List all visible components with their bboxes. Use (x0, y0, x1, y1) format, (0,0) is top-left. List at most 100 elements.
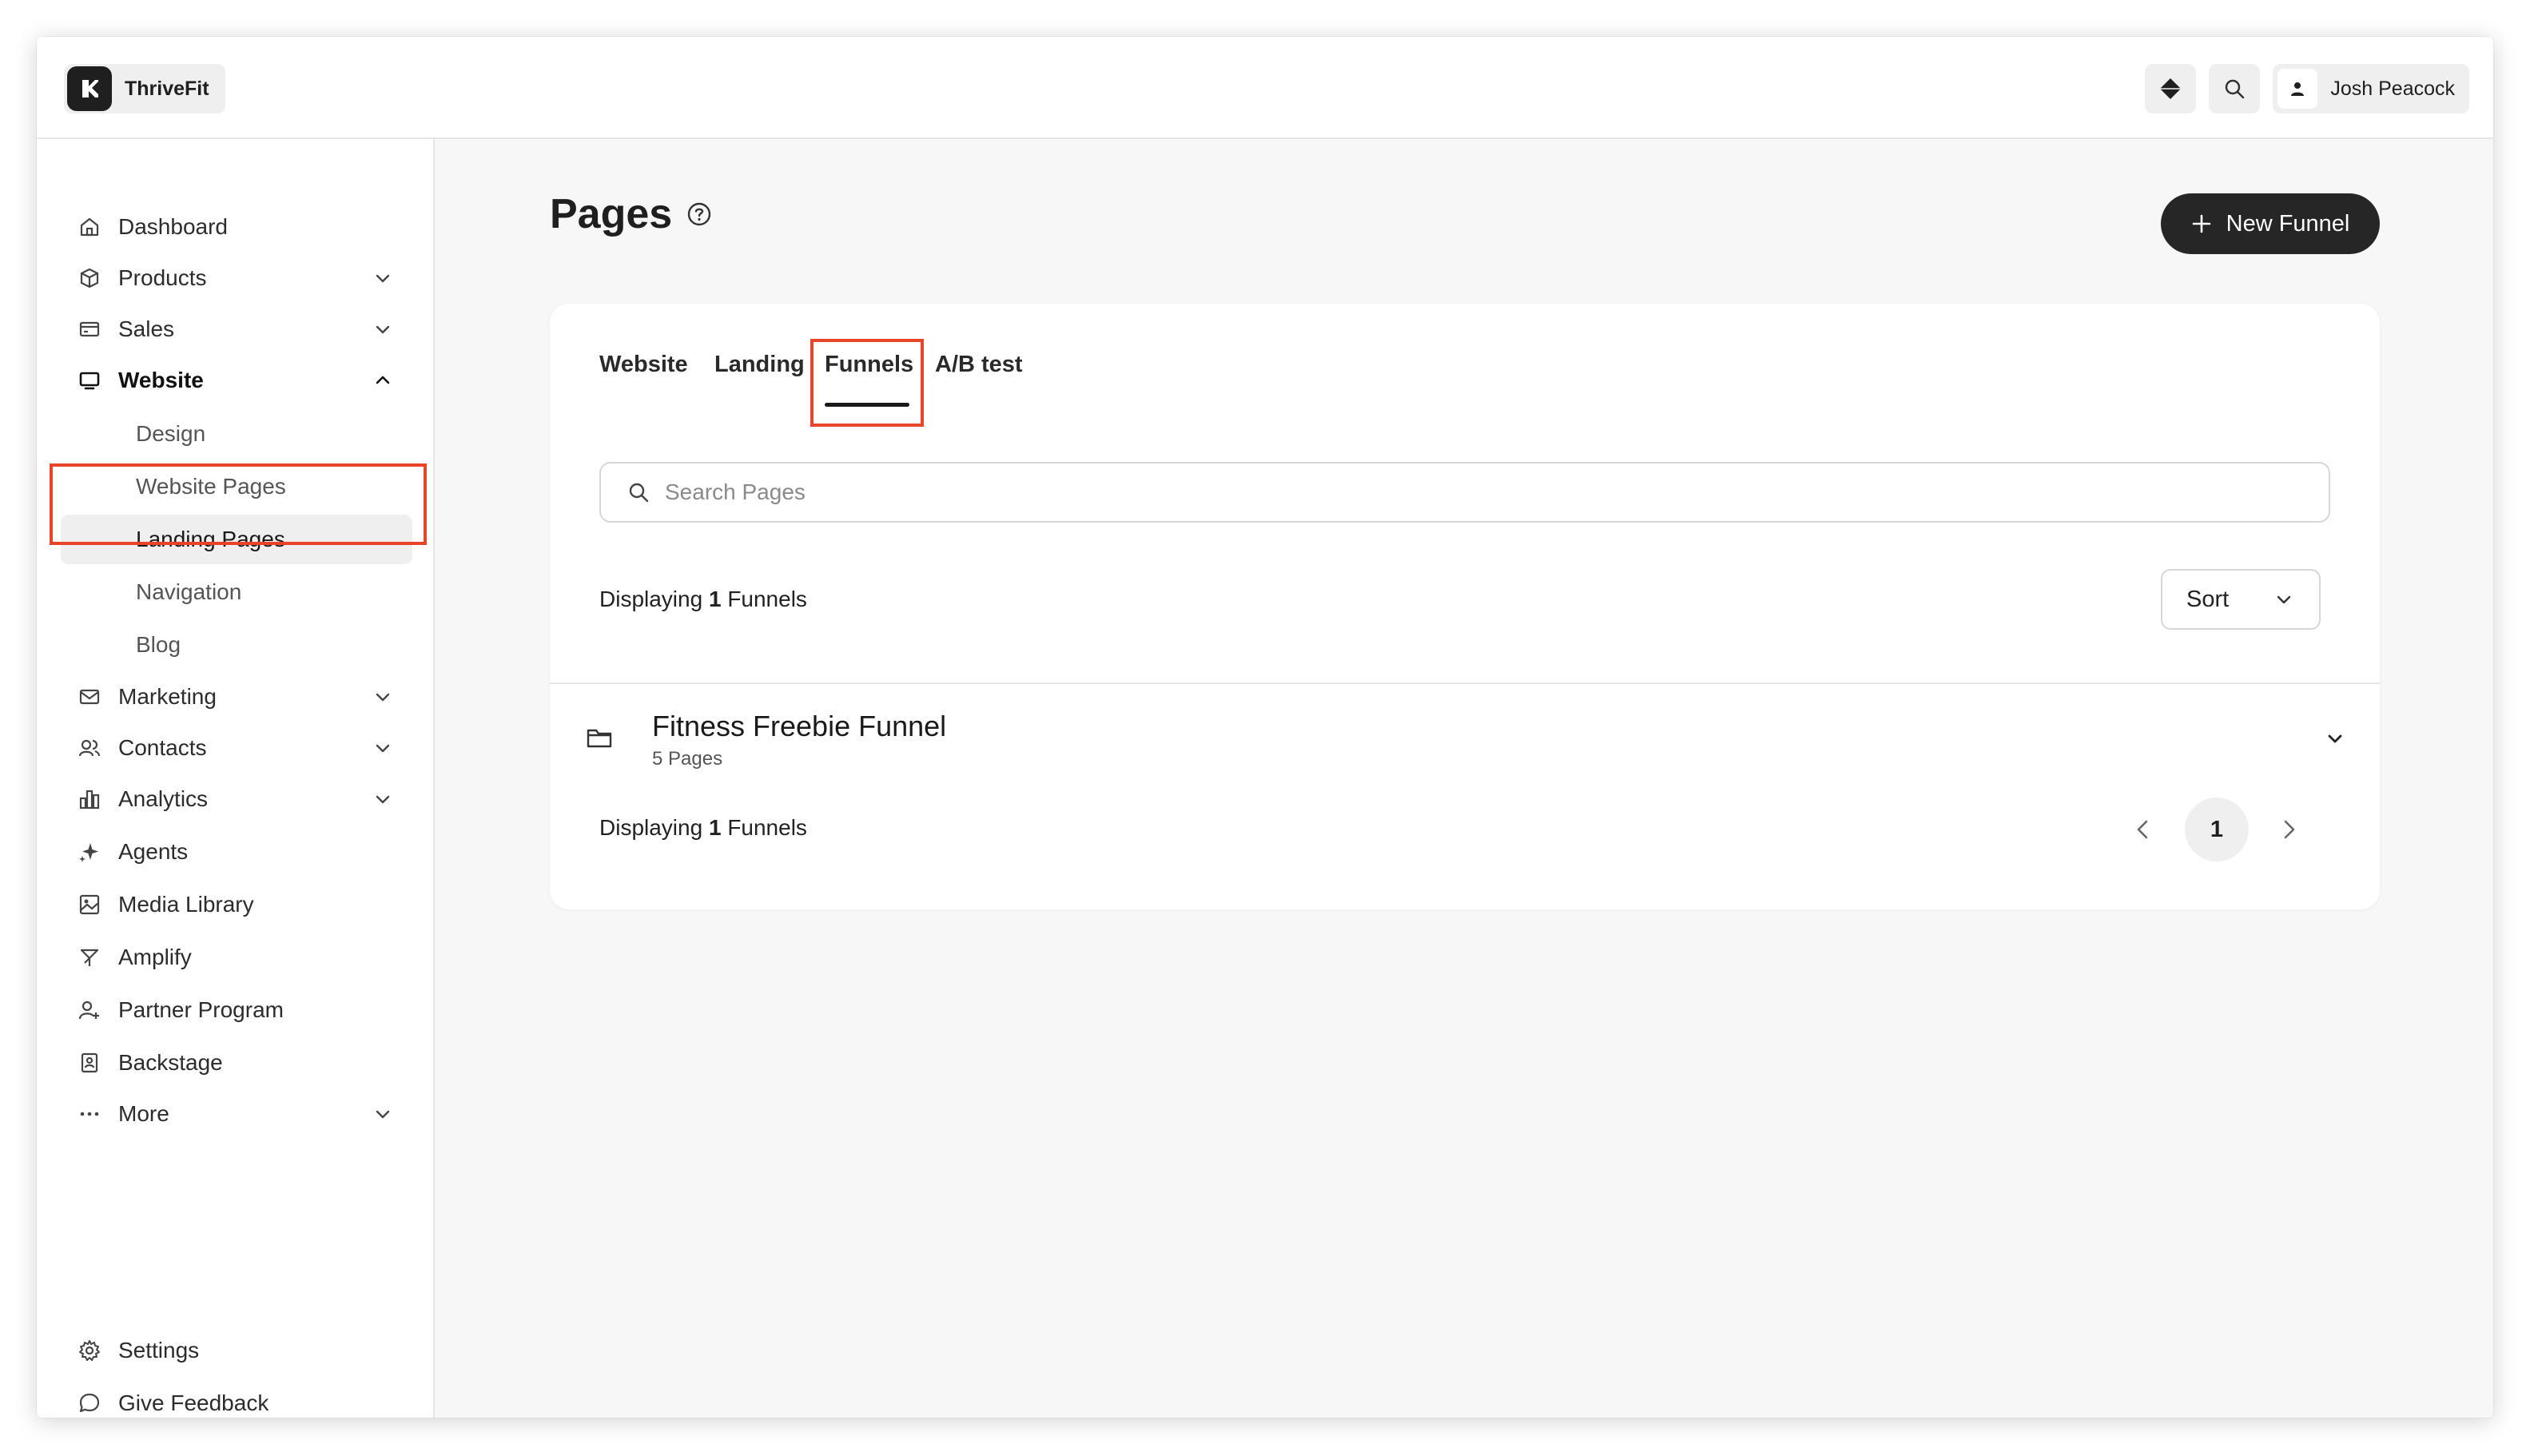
sidebar-subitem-blog[interactable]: Blog (61, 620, 412, 670)
sidebar-item-agents[interactable]: Agents (61, 829, 412, 874)
sidebar-subitem-design[interactable]: Design (61, 409, 412, 459)
page-title-text: Pages (550, 191, 673, 237)
funnel-row[interactable]: Fitness Freebie Funnel 5 Pages (550, 684, 2380, 796)
sidebar-item-label: Sales (118, 316, 175, 341)
sidebar-subitem-navigation[interactable]: Navigation (61, 567, 412, 617)
sidebar-item-label: Amplify (118, 945, 192, 969)
search-input[interactable]: Search Pages (599, 462, 2330, 523)
chat-bubble-icon (75, 1389, 104, 1418)
results-suffix: Funnels (727, 587, 807, 611)
new-funnel-label: New Funnel (2226, 210, 2350, 237)
chevron-down-icon (371, 1102, 395, 1126)
top-bar: ThriveFit Josh Peacock (37, 37, 2493, 139)
results-prefix: Displaying (599, 587, 703, 611)
sidebar-item-label: Backstage (118, 1050, 223, 1075)
app-window: ThriveFit Josh Peacock Dashboard Product… (37, 37, 2493, 1418)
sidebar-item-label: Contacts (118, 735, 207, 760)
tab-funnels[interactable]: Funnels (825, 352, 913, 378)
chevron-down-icon (371, 787, 395, 811)
brand-switcher[interactable]: ThriveFit (64, 64, 225, 113)
funnel-page-count: 5 Pages (652, 748, 723, 770)
upgrade-button[interactable] (2145, 64, 2197, 113)
users-icon (75, 734, 104, 762)
help-icon[interactable] (686, 201, 712, 227)
sidebar-item-marketing[interactable]: Marketing (61, 674, 412, 719)
sidebar-item-amplify[interactable]: Amplify (61, 935, 412, 980)
card-icon (75, 315, 104, 344)
sidebar-item-label: Products (118, 265, 207, 290)
sidebar-item-label: Settings (118, 1338, 200, 1363)
tab-website[interactable]: Website (599, 352, 688, 378)
chevron-left-icon[interactable] (2127, 814, 2159, 845)
sidebar-item-backstage[interactable]: Backstage (61, 1040, 412, 1085)
sidebar-item-products[interactable]: Products (61, 256, 412, 300)
monitor-icon (75, 366, 104, 395)
sidebar: Dashboard Products Sales Website Design … (37, 139, 435, 1418)
sidebar-item-dashboard[interactable]: Dashboard (61, 205, 412, 249)
chevron-down-icon (371, 266, 395, 290)
sort-label: Sort (2186, 586, 2230, 612)
user-menu-button[interactable]: Josh Peacock (2273, 64, 2469, 113)
search-icon (2226, 79, 2245, 99)
new-funnel-button[interactable]: New Funnel (2161, 193, 2380, 254)
chevron-up-icon (371, 368, 395, 392)
results-number: 1 (708, 587, 722, 611)
pagination: 1 (2127, 798, 2324, 861)
sidebar-item-more[interactable]: More (61, 1092, 412, 1136)
more-icon (75, 1100, 104, 1128)
sidebar-item-label: Give Feedback (118, 1390, 269, 1415)
results-count-footer: Displaying 1 Funnels (599, 815, 807, 841)
chevron-down-icon[interactable] (2324, 727, 2346, 750)
sidebar-item-give-feedback[interactable]: Give Feedback (61, 1381, 412, 1418)
page-number-button[interactable]: 1 (2185, 798, 2249, 861)
sidebar-item-label: Partner Program (118, 997, 284, 1022)
results-prefix: Displaying (599, 815, 703, 840)
avatar (2277, 69, 2318, 109)
mail-icon (75, 682, 104, 711)
sidebar-subitem-landing-pages[interactable]: Landing Pages (61, 515, 412, 564)
sidebar-item-label: More (118, 1101, 169, 1126)
chevron-down-icon (371, 736, 395, 760)
sidebar-item-media-library[interactable]: Media Library (61, 882, 412, 927)
search-button[interactable] (2209, 64, 2261, 113)
sidebar-item-label: Website (118, 368, 204, 392)
sidebar-item-analytics[interactable]: Analytics (61, 777, 412, 821)
brand-logo-icon (67, 66, 112, 111)
sidebar-item-sales[interactable]: Sales (61, 307, 412, 352)
sort-dropdown[interactable]: Sort (2161, 569, 2321, 630)
diamond-icon (2160, 78, 2182, 99)
sidebar-item-label: Analytics (118, 786, 209, 811)
brand-name: ThriveFit (125, 77, 209, 100)
search-placeholder: Search Pages (665, 479, 806, 504)
sidebar-item-contacts[interactable]: Contacts (61, 726, 412, 770)
sidebar-subitem-website-pages[interactable]: Website Pages (61, 462, 412, 511)
active-tab-indicator (825, 403, 909, 407)
tab-landing[interactable]: Landing (714, 352, 805, 378)
sidebar-item-settings[interactable]: Settings (61, 1328, 412, 1373)
home-icon (75, 213, 104, 241)
user-name: Josh Peacock (2330, 77, 2455, 100)
backstage-icon (75, 1048, 104, 1077)
results-count: Displaying 1 Funnels (599, 587, 807, 612)
chevron-right-icon[interactable] (2273, 814, 2305, 845)
results-suffix: Funnels (727, 815, 807, 840)
partner-icon (75, 996, 104, 1024)
megaphone-icon (75, 943, 104, 972)
gear-icon (75, 1336, 104, 1365)
image-icon (75, 890, 104, 919)
folder-icon (587, 729, 612, 748)
sparkle-icon (75, 837, 104, 866)
chevron-down-icon (371, 685, 395, 709)
page-title: Pages (550, 190, 712, 238)
funnel-name: Fitness Freebie Funnel (652, 710, 947, 742)
results-number: 1 (708, 815, 722, 840)
sidebar-item-label: Dashboard (118, 214, 228, 239)
search-icon (629, 483, 649, 503)
sidebar-item-website[interactable]: Website (61, 358, 412, 403)
chart-icon (75, 785, 104, 814)
sidebar-item-label: Media Library (118, 892, 254, 917)
cube-icon (75, 264, 104, 292)
tab-ab-test[interactable]: A/B test (935, 352, 1023, 378)
chevron-down-icon (2277, 595, 2291, 604)
sidebar-item-partner-program[interactable]: Partner Program (61, 988, 412, 1032)
